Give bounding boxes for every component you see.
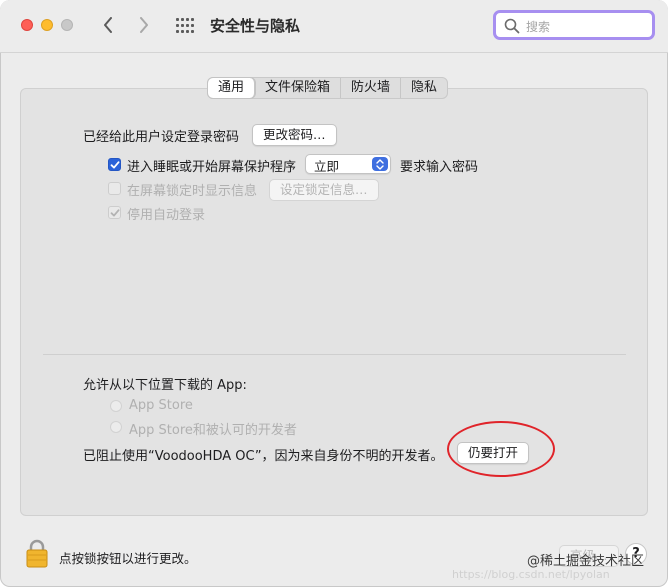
set-lock-message-button[interactable]: 设定锁定信息… xyxy=(269,179,379,201)
window-title: 安全性与隐私 xyxy=(210,17,301,35)
forward-arrow-icon xyxy=(140,17,148,33)
password-set-label: 已经给此用户设定登录密码 xyxy=(83,130,240,145)
disable-autologin-label: 停用自动登录 xyxy=(127,208,206,223)
sleep-password-checkbox[interactable] xyxy=(108,158,121,171)
show-message-checkbox[interactable] xyxy=(108,182,121,195)
checkmark-icon xyxy=(110,160,120,168)
chevron-updown-icon xyxy=(372,157,388,171)
minimize-window-button[interactable] xyxy=(41,19,53,31)
preferences-window: 安全性与隐私 搜索 通用 文件保险箱 防火墙 隐私 已经给此用户设定登录密码 更… xyxy=(0,0,668,587)
tab-general[interactable]: 通用 xyxy=(208,78,256,98)
blocked-app-message: 已阻止使用“VoodooHDA OC”，因为来自身份不明的开发者。 xyxy=(83,449,444,464)
search-placeholder: 搜索 xyxy=(526,20,551,34)
close-window-button[interactable] xyxy=(21,19,33,31)
disable-autologin-checkbox[interactable] xyxy=(108,206,121,219)
allow-downloads-heading: 允许从以下位置下载的 App: xyxy=(83,378,247,393)
show-all-grid-button[interactable] xyxy=(175,16,195,36)
lock-icon[interactable] xyxy=(25,538,49,572)
password-delay-value: 立即 xyxy=(314,159,340,174)
change-password-button[interactable]: 更改密码… xyxy=(252,124,337,146)
radio-app-store-label: App Store xyxy=(129,398,193,413)
lock-hint-label: 点按锁按钮以进行更改。 xyxy=(59,551,197,566)
tab-filevault[interactable]: 文件保险箱 xyxy=(255,78,342,98)
annotation-circle xyxy=(447,421,555,477)
watermark-text: @稀土掘金技术社区 xyxy=(527,554,645,569)
tab-firewall[interactable]: 防火墙 xyxy=(341,78,402,98)
forward-button[interactable] xyxy=(133,14,155,36)
search-field[interactable]: 搜索 xyxy=(493,10,655,40)
tab-privacy[interactable]: 隐私 xyxy=(401,78,447,98)
sleep-password-label: 进入睡眠或开始屏幕保护程序 xyxy=(127,160,297,175)
title-bar: 安全性与隐私 搜索 xyxy=(0,0,668,53)
checkmark-icon xyxy=(110,208,120,216)
radio-identified-developers[interactable] xyxy=(110,421,122,433)
back-button[interactable] xyxy=(97,14,119,36)
show-message-label: 在屏幕锁定时显示信息 xyxy=(127,184,258,199)
radio-identified-developers-label: App Store和被认可的开发者 xyxy=(129,423,297,438)
require-password-label: 要求输入密码 xyxy=(400,160,479,175)
search-icon xyxy=(504,18,520,34)
watermark-url: https://blog.csdn.net/lpyolan xyxy=(452,568,610,581)
password-delay-select[interactable]: 立即 xyxy=(305,154,391,174)
section-divider xyxy=(43,354,626,355)
radio-app-store[interactable] xyxy=(110,400,122,412)
tab-bar: 通用 文件保险箱 防火墙 隐私 xyxy=(207,77,449,99)
back-arrow-icon xyxy=(104,17,112,33)
fullscreen-window-button[interactable] xyxy=(61,19,73,31)
